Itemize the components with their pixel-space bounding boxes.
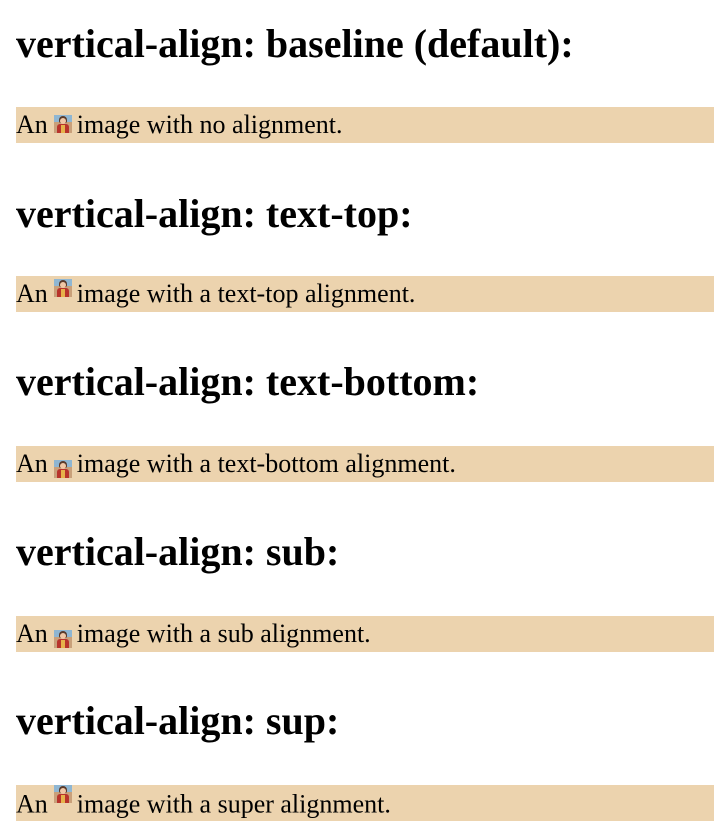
demo-text-after: image with a sub alignment.	[76, 619, 371, 648]
demo-text-before: An	[16, 449, 48, 478]
demo-line-sup: An image with a super alignment.	[16, 785, 714, 821]
demo-text-before: An	[16, 619, 48, 648]
section-baseline: vertical-align: baseline (default): An im…	[16, 21, 714, 143]
demo-text-after: image with no alignment.	[76, 110, 343, 139]
heading-text-bottom: vertical-align: text-bottom:	[16, 359, 480, 404]
portrait-image-icon	[53, 460, 72, 478]
portrait-image-icon	[53, 630, 72, 649]
portrait-image-icon	[53, 785, 72, 803]
portrait-image-icon	[53, 279, 72, 297]
demo-text-before: An	[16, 110, 48, 139]
demo-text-after: image with a text-top alignment.	[76, 279, 416, 308]
heading-sup: vertical-align: sup:	[16, 698, 340, 743]
demo-line-sub: An image with a sub alignment.	[16, 616, 714, 652]
portrait-image-icon	[53, 115, 72, 133]
demo-text-after: image with a text-bottom alignment.	[76, 449, 456, 478]
heading-baseline: vertical-align: baseline (default):	[16, 21, 574, 66]
demo-text-before: An	[16, 279, 48, 308]
demo-line-text-top: An image with a text-top alignment.	[16, 276, 714, 312]
heading-text-top: vertical-align: text-top:	[16, 191, 413, 236]
demo-line-text-bottom: An image with a text-bottom alignment.	[16, 446, 714, 482]
heading-sub: vertical-align: sub:	[16, 529, 340, 574]
demo-line-baseline: An image with no alignment.	[16, 107, 714, 143]
section-text-bottom: vertical-align: text-bottom: An image wit…	[16, 359, 714, 482]
demo-text-before: An	[16, 789, 48, 819]
section-sup: vertical-align: sup: An image with a supe…	[16, 698, 714, 821]
section-sub: vertical-align: sub: An image with a sub …	[16, 529, 714, 652]
demo-text-after: image with a super alignment.	[76, 789, 391, 819]
section-text-top: vertical-align: text-top: An image with a…	[16, 191, 714, 312]
